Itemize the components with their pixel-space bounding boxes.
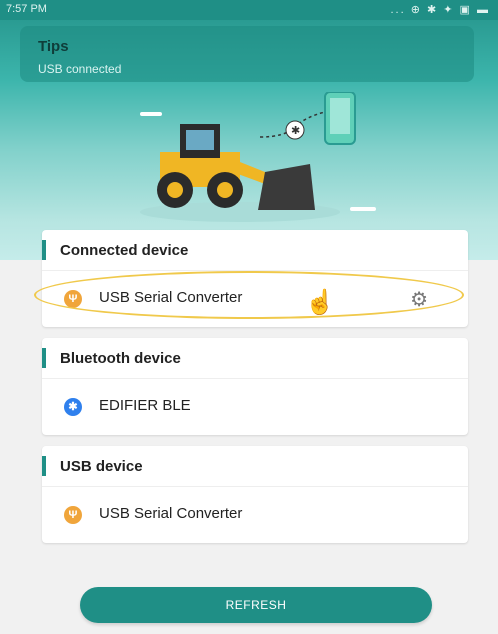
card-header: USB device xyxy=(42,446,468,487)
card-title: USB device xyxy=(60,458,143,475)
device-row[interactable]: ✱ EDIFIER BLE xyxy=(42,379,468,435)
device-label: EDIFIER BLE xyxy=(99,397,191,414)
accent-bar xyxy=(42,456,46,476)
bluetooth-icon: ✱ xyxy=(64,398,82,416)
loader-bucket xyxy=(258,164,315,210)
card-header: Bluetooth device xyxy=(42,338,468,379)
connected-device-card: Connected device Ψ USB Serial Converter … xyxy=(42,230,468,327)
accent-bar xyxy=(42,240,46,260)
status-time: 7:57 PM xyxy=(6,3,47,15)
tips-subtitle: USB connected xyxy=(38,62,122,76)
cloud-shape xyxy=(350,207,376,211)
loader-illustration: ✱ xyxy=(140,92,376,222)
pointer-hand-icon: ☝ xyxy=(305,289,335,316)
loader-wheel xyxy=(167,182,183,198)
device-label: USB Serial Converter xyxy=(99,505,243,522)
status-icons: ... ⊕ ✱ ✦ ▣ ▬ xyxy=(390,4,490,16)
device-row[interactable]: Ψ USB Serial Converter xyxy=(42,487,468,543)
usb-icon: Ψ xyxy=(64,290,82,308)
bluetooth-device-card: Bluetooth device ✱ EDIFIER BLE xyxy=(42,338,468,435)
usb-icon: Ψ xyxy=(64,506,82,524)
tips-title: Tips xyxy=(38,38,69,55)
cloud-shape xyxy=(140,112,162,116)
phone-screen xyxy=(330,98,350,134)
device-label: USB Serial Converter xyxy=(99,289,243,306)
card-title: Connected device xyxy=(60,242,189,259)
usb-device-card: USB device Ψ USB Serial Converter xyxy=(42,446,468,543)
accent-bar xyxy=(42,348,46,368)
card-title: Bluetooth device xyxy=(60,350,181,367)
loader-wheel xyxy=(217,182,233,198)
bluetooth-symbol: ✱ xyxy=(291,124,300,137)
loader-cab-window xyxy=(186,130,214,150)
device-row[interactable]: Ψ USB Serial Converter ⚙ xyxy=(42,271,468,327)
card-header: Connected device xyxy=(42,230,468,271)
tips-banner: Tips USB connected xyxy=(20,26,474,82)
status-bar: 7:57 PM ... ⊕ ✱ ✦ ▣ ▬ xyxy=(0,0,498,20)
gear-icon[interactable]: ⚙ xyxy=(410,287,428,312)
refresh-button[interactable]: REFRESH xyxy=(80,587,432,623)
